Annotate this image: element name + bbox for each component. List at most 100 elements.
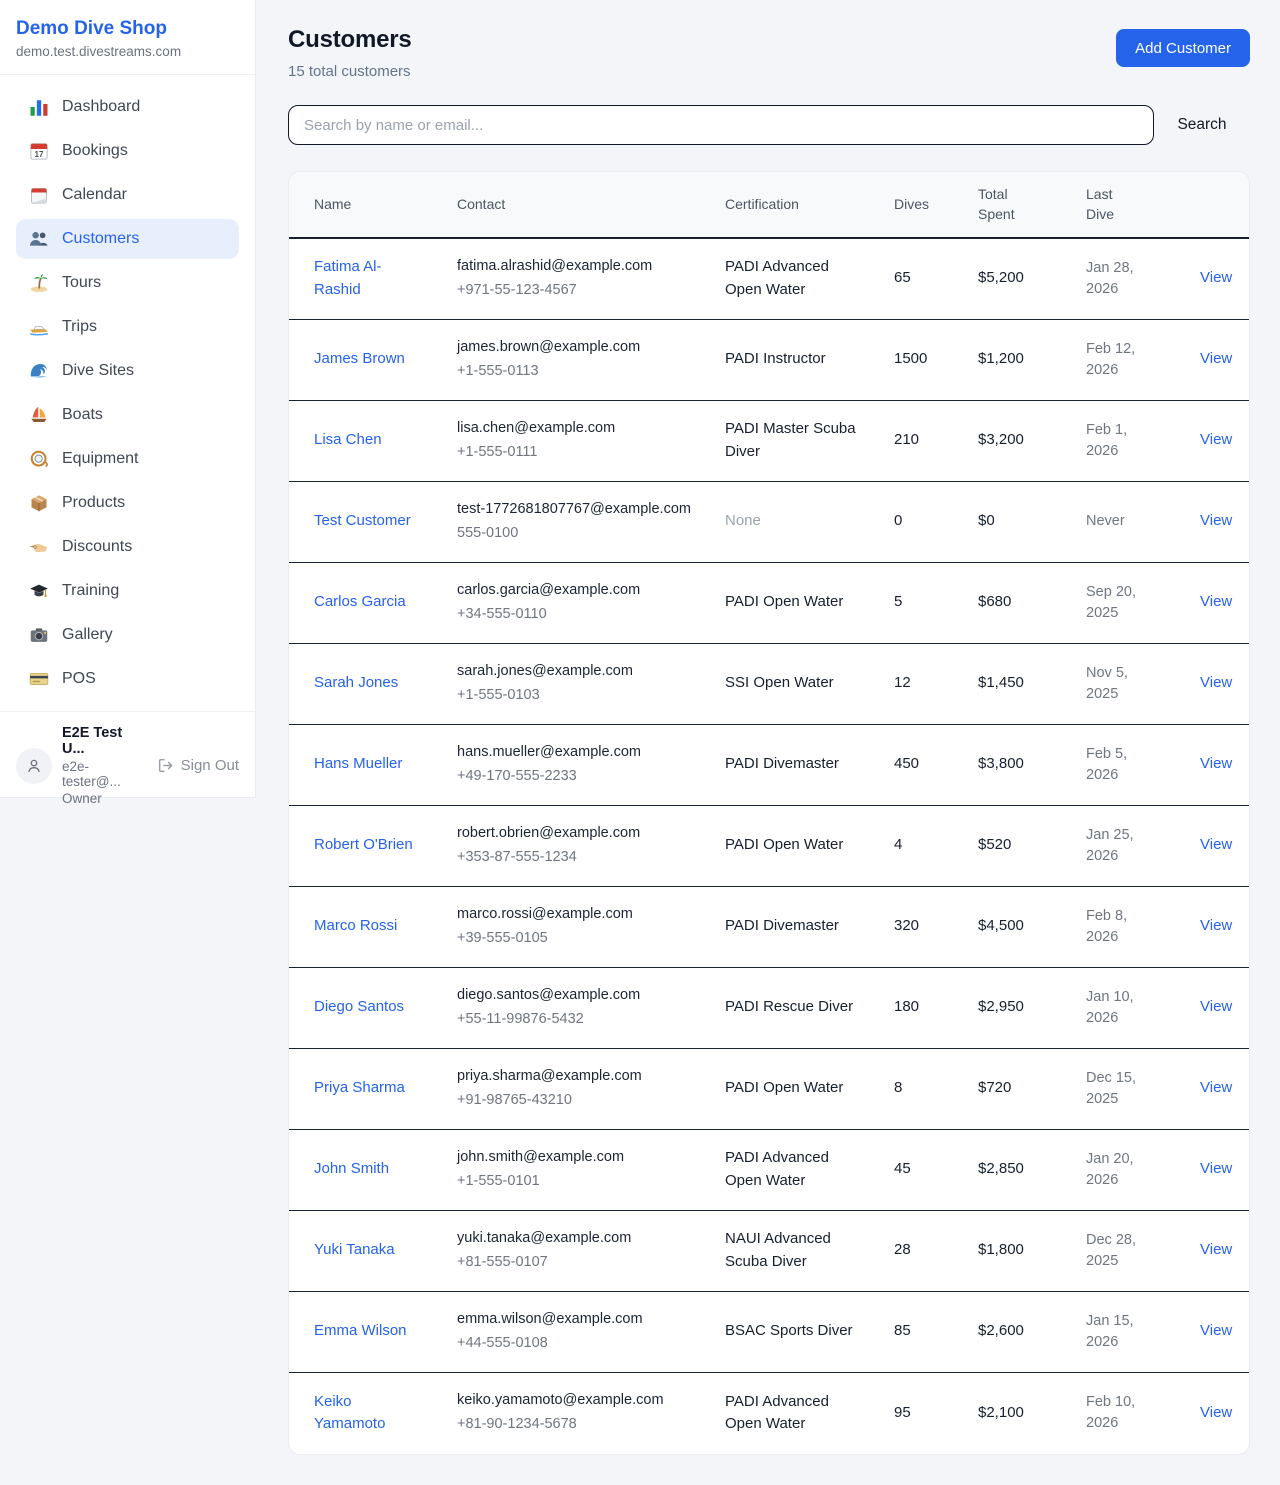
customer-email: robert.obrien@example.com (457, 823, 693, 844)
customer-total-spent: $1,800 (962, 1225, 1070, 1276)
customer-dives: 8 (878, 1063, 962, 1114)
sidebar-item-boats[interactable]: Boats (16, 395, 239, 435)
customer-phone: 555-0100 (457, 523, 693, 545)
view-link[interactable]: View (1200, 998, 1232, 1015)
customer-name-link[interactable]: Marco Rossi (289, 901, 441, 952)
customer-email: james.brown@example.com (457, 337, 693, 358)
view-link[interactable]: View (1200, 512, 1232, 529)
view-link[interactable]: View (1200, 836, 1232, 853)
customer-name-link[interactable]: Emma Wilson (289, 1306, 441, 1357)
view-link[interactable]: View (1200, 1241, 1232, 1258)
customer-name-link[interactable]: Keiko Yamamoto (289, 1377, 441, 1450)
customer-dives: 0 (878, 496, 962, 547)
sidebar-nav: Dashboard17BookingsCalendarCustomersTour… (0, 75, 255, 711)
customer-dives: 65 (878, 253, 962, 304)
customer-phone: +1-555-0103 (457, 685, 693, 707)
customer-name-link[interactable]: Sarah Jones (289, 658, 441, 709)
customer-dives: 28 (878, 1225, 962, 1276)
sidebar-item-label: Trips (62, 318, 97, 336)
sidebar-item-products[interactable]: Products (16, 483, 239, 523)
sign-out-button[interactable]: Sign Out (157, 757, 239, 774)
customer-certification: PADI Open Water (709, 577, 878, 628)
customer-total-spent: $720 (962, 1063, 1070, 1114)
customer-name-link[interactable]: Fatima Al-Rashid (289, 242, 441, 315)
customer-email: test-1772681807767@example.com (457, 499, 693, 520)
customer-dives: 45 (878, 1144, 962, 1195)
customer-email: hans.mueller@example.com (457, 742, 693, 763)
brand: Demo Dive Shop demo.test.divestreams.com (0, 0, 255, 75)
customer-name-link[interactable]: Carlos Garcia (289, 577, 441, 628)
customer-name-link[interactable]: Diego Santos (289, 982, 441, 1033)
view-link[interactable]: View (1200, 431, 1232, 448)
view-link[interactable]: View (1200, 1160, 1232, 1177)
view-link[interactable]: View (1200, 1404, 1232, 1421)
user-role: Owner (62, 791, 147, 806)
customer-name-link[interactable]: Yuki Tanaka (289, 1225, 441, 1276)
gallery-icon (29, 625, 49, 645)
customer-actions: View (1176, 982, 1249, 1033)
table-row: Priya Sharmapriya.sharma@example.com+91-… (289, 1049, 1249, 1130)
customer-actions: View (1176, 1063, 1249, 1114)
sidebar-item-customers[interactable]: Customers (16, 219, 239, 259)
sidebar-item-training[interactable]: Training (16, 571, 239, 611)
view-link[interactable]: View (1200, 1079, 1232, 1096)
customer-name-link[interactable]: Hans Mueller (289, 739, 441, 790)
customer-actions: View (1176, 1144, 1249, 1195)
customer-email: emma.wilson@example.com (457, 1309, 693, 1330)
customer-actions: View (1176, 1306, 1249, 1357)
customer-phone: +1-555-0113 (457, 361, 693, 383)
customer-contact: priya.sharma@example.com+91-98765-43210 (441, 1052, 709, 1126)
sidebar-item-trips[interactable]: Trips (16, 307, 239, 347)
customer-actions: View (1176, 658, 1249, 709)
search-input[interactable] (288, 105, 1154, 145)
customer-phone: +81-555-0107 (457, 1252, 693, 1274)
customer-name-link[interactable]: John Smith (289, 1144, 441, 1195)
customer-email: keiko.yamamoto@example.com (457, 1390, 693, 1411)
customer-name-link[interactable]: Priya Sharma (289, 1063, 441, 1114)
customer-name-link[interactable]: Test Customer (289, 496, 441, 547)
add-customer-button[interactable]: Add Customer (1116, 29, 1250, 67)
customer-last-dive: Never (1070, 497, 1176, 546)
search-button[interactable]: Search (1154, 116, 1250, 134)
sidebar-item-dashboard[interactable]: Dashboard (16, 87, 239, 127)
customer-phone: +55-11-99876-5432 (457, 1009, 693, 1031)
sidebar-item-label: Equipment (62, 450, 139, 468)
table-row: Keiko Yamamoto keiko.yamamoto@example.com… (289, 1373, 1249, 1454)
customer-total-spent: $520 (962, 820, 1070, 871)
view-link[interactable]: View (1200, 674, 1232, 691)
customer-contact: robert.obrien@example.com+353-87-555-123… (441, 809, 709, 883)
view-link[interactable]: View (1200, 269, 1232, 286)
svg-text:17: 17 (35, 150, 44, 159)
user-info: E2E Test U... e2e-tester@... Owner (62, 725, 147, 806)
sidebar-item-pos[interactable]: POS (16, 659, 239, 699)
customer-dives: 85 (878, 1306, 962, 1357)
sidebar-item-dive-sites[interactable]: Dive Sites (16, 351, 239, 391)
view-link[interactable]: View (1200, 917, 1232, 934)
customer-email: diego.santos@example.com (457, 985, 693, 1006)
page-title: Customers (288, 26, 412, 54)
view-link[interactable]: View (1200, 350, 1232, 367)
main-content: Customers 15 total customers Add Custome… (256, 0, 1280, 1455)
sidebar-item-tours[interactable]: Tours (16, 263, 239, 303)
shop-domain: demo.test.divestreams.com (16, 44, 239, 59)
view-link[interactable]: View (1200, 755, 1232, 772)
customer-actions: View (1176, 415, 1249, 466)
view-link[interactable]: View (1200, 1322, 1232, 1339)
sidebar-item-gallery[interactable]: Gallery (16, 615, 239, 655)
customer-actions: View (1176, 1388, 1249, 1439)
customer-dives: 12 (878, 658, 962, 709)
customer-dives: 180 (878, 982, 962, 1033)
equipment-icon (29, 449, 49, 469)
view-link[interactable]: View (1200, 593, 1232, 610)
sidebar-item-equipment[interactable]: Equipment (16, 439, 239, 479)
customer-name-link[interactable]: Lisa Chen (289, 415, 441, 466)
calendar-icon (29, 185, 49, 205)
sidebar-item-bookings[interactable]: 17Bookings (16, 131, 239, 171)
customer-name-link[interactable]: James Brown (289, 334, 441, 385)
customer-email: marco.rossi@example.com (457, 904, 693, 925)
sidebar-item-calendar[interactable]: Calendar (16, 175, 239, 215)
sidebar-item-discounts[interactable]: Discounts (16, 527, 239, 567)
customer-name-link[interactable]: Robert O'Brien (289, 820, 441, 871)
customer-dives: 95 (878, 1388, 962, 1439)
customer-last-dive: Feb 8, 2026 (1070, 892, 1176, 962)
